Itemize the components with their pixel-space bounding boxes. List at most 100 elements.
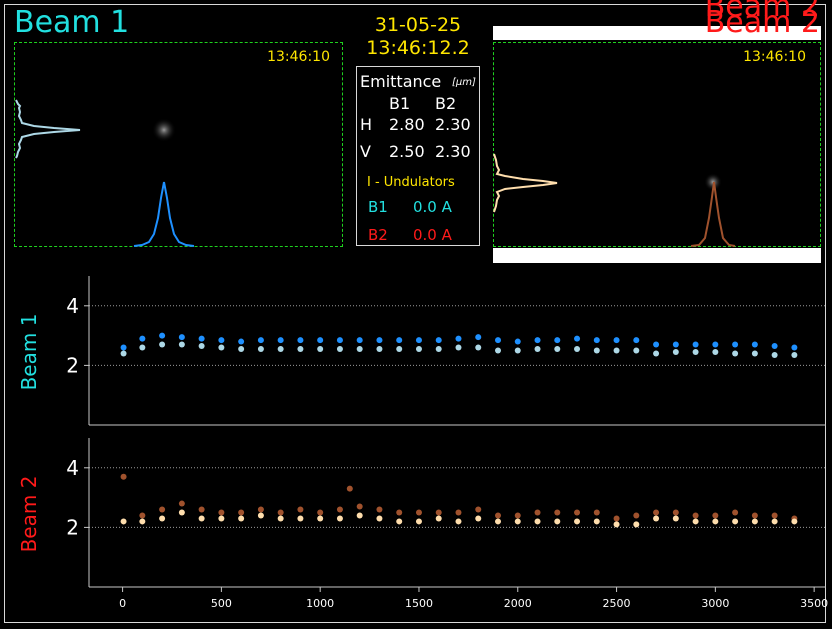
x-tick-label: 1500 bbox=[405, 597, 433, 610]
data-point bbox=[139, 518, 146, 525]
undulator-b2-label: B2 bbox=[368, 226, 388, 244]
x-tick-label: 3000 bbox=[701, 597, 729, 610]
data-point bbox=[791, 344, 798, 351]
data-point bbox=[672, 515, 679, 522]
data-point bbox=[218, 337, 225, 344]
data-point bbox=[356, 346, 363, 353]
emittance-v-b1: 2.50 bbox=[389, 142, 425, 161]
data-point bbox=[771, 351, 778, 358]
data-point bbox=[593, 509, 600, 516]
beam2-emittance-chart[interactable]: Beam 2 2 4 0 500 1000 1500 2000 2500 3000 3500 bbox=[0, 432, 832, 622]
data-point bbox=[732, 518, 739, 525]
data-point bbox=[455, 335, 462, 342]
data-point bbox=[139, 335, 146, 342]
data-point bbox=[574, 518, 581, 525]
data-point bbox=[633, 521, 640, 528]
beam2-vertical-profile bbox=[493, 153, 558, 213]
data-point bbox=[593, 347, 600, 354]
emittance-row-h: H bbox=[360, 115, 373, 134]
data-point bbox=[791, 351, 798, 358]
header-date: 31-05-25 bbox=[374, 14, 462, 36]
data-point bbox=[514, 338, 521, 345]
data-point bbox=[238, 338, 245, 345]
data-point bbox=[297, 337, 304, 344]
data-point bbox=[336, 346, 343, 353]
data-point bbox=[514, 512, 521, 519]
data-point bbox=[257, 337, 264, 344]
data-point bbox=[297, 506, 304, 513]
beam1-camera-image bbox=[15, 99, 195, 247]
data-point bbox=[139, 512, 146, 519]
beam2-bottom-bar bbox=[493, 248, 821, 263]
data-point bbox=[198, 343, 205, 350]
data-point bbox=[139, 344, 146, 351]
data-point bbox=[238, 346, 245, 353]
data-point bbox=[396, 337, 403, 344]
beam2-camera-view[interactable]: 13:46:10 bbox=[493, 42, 821, 247]
data-point bbox=[514, 347, 521, 354]
data-point bbox=[277, 337, 284, 344]
data-point bbox=[120, 344, 127, 351]
data-point bbox=[178, 334, 185, 341]
chart1-ylabel: Beam 1 bbox=[17, 314, 41, 391]
beam1-horizontal-profile bbox=[133, 181, 195, 247]
data-point bbox=[712, 341, 719, 348]
data-point bbox=[554, 518, 561, 525]
data-point bbox=[159, 332, 166, 339]
data-point bbox=[297, 515, 304, 522]
data-point bbox=[791, 518, 798, 525]
beam1-title: Beam 1 bbox=[14, 5, 130, 40]
data-point bbox=[751, 341, 758, 348]
chart2-ylabel: Beam 2 bbox=[17, 476, 41, 553]
data-point bbox=[178, 341, 185, 348]
data-point bbox=[257, 512, 264, 519]
data-point bbox=[198, 506, 205, 513]
data-point bbox=[415, 518, 422, 525]
data-point bbox=[475, 344, 482, 351]
beam2-horizontal-profile bbox=[690, 181, 736, 247]
beam1-emittance-chart[interactable]: Beam 1 2 4 bbox=[0, 270, 832, 430]
data-point bbox=[672, 348, 679, 355]
data-point bbox=[672, 509, 679, 516]
data-point bbox=[771, 512, 778, 519]
data-point bbox=[593, 518, 600, 525]
y-tick-label: 2 bbox=[66, 515, 79, 539]
data-point bbox=[159, 506, 166, 513]
data-point bbox=[336, 515, 343, 522]
emittance-v-b2: 2.30 bbox=[435, 142, 471, 161]
data-point bbox=[692, 518, 699, 525]
data-point bbox=[218, 509, 225, 516]
data-point bbox=[336, 506, 343, 513]
data-point bbox=[475, 515, 482, 522]
data-point bbox=[712, 348, 719, 355]
data-point bbox=[495, 512, 502, 519]
data-point bbox=[475, 506, 482, 513]
beam1-spot bbox=[152, 118, 176, 142]
data-point bbox=[376, 506, 383, 513]
data-point bbox=[120, 518, 127, 525]
data-point bbox=[672, 341, 679, 348]
data-point bbox=[613, 515, 620, 522]
data-point bbox=[633, 347, 640, 354]
data-point bbox=[455, 518, 462, 525]
data-point bbox=[534, 509, 541, 516]
data-point bbox=[178, 509, 185, 516]
data-point bbox=[435, 346, 442, 353]
data-point bbox=[653, 509, 660, 516]
beam1-camera-view[interactable]: 13:46:10 bbox=[14, 42, 343, 247]
emittance-unit: [μm] bbox=[452, 77, 476, 88]
data-point bbox=[692, 348, 699, 355]
data-point bbox=[238, 509, 245, 516]
data-point bbox=[336, 337, 343, 344]
data-point bbox=[495, 347, 502, 354]
emittance-row-v: V bbox=[360, 142, 371, 161]
data-point bbox=[712, 512, 719, 519]
emittance-h-b2: 2.30 bbox=[435, 115, 471, 134]
data-point bbox=[317, 515, 324, 522]
data-point bbox=[653, 515, 660, 522]
data-point bbox=[317, 346, 324, 353]
x-tick-label: 500 bbox=[211, 597, 232, 610]
data-point bbox=[732, 509, 739, 516]
x-tick-label: 1000 bbox=[306, 597, 334, 610]
data-point bbox=[574, 346, 581, 353]
